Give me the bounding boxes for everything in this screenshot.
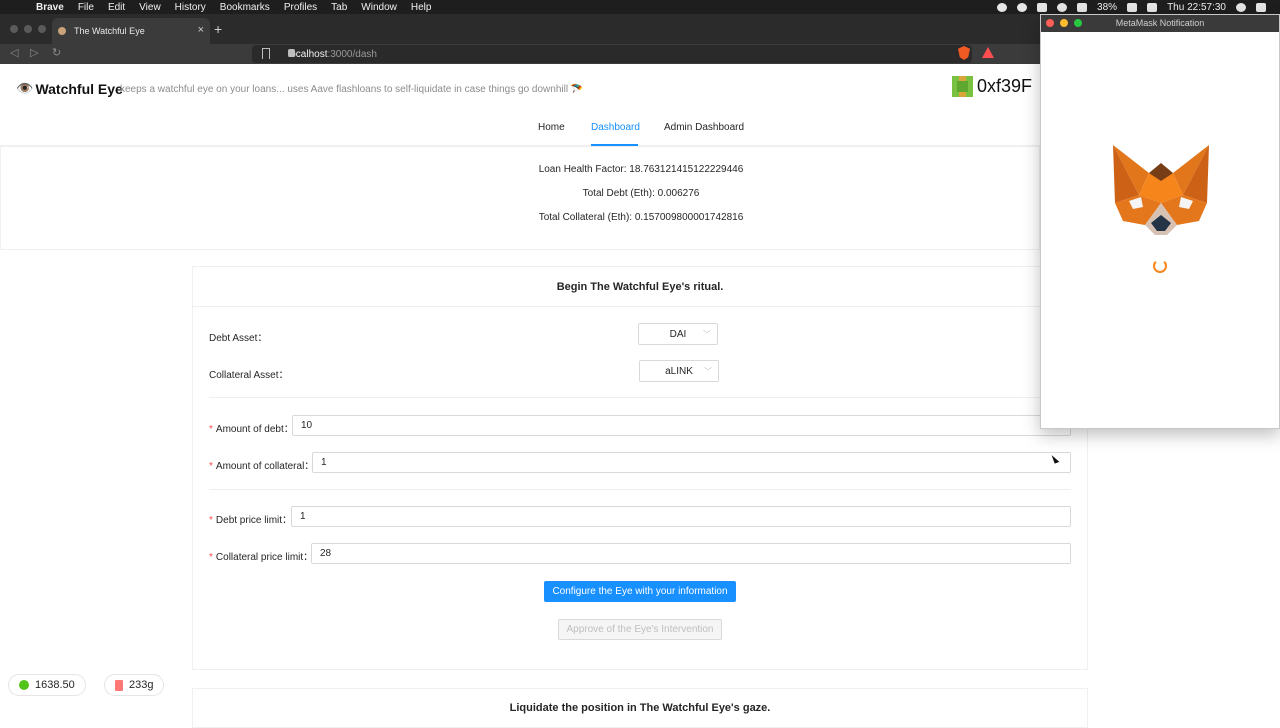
menu-help[interactable]: Help	[411, 2, 432, 13]
brand-name: Watchful Eye	[35, 80, 123, 97]
flag-icon[interactable]	[1147, 2, 1158, 12]
battery-icon[interactable]	[1127, 2, 1138, 12]
gas-value: 233g	[129, 679, 154, 691]
menubar-status: 38% Thu 22:57:30	[997, 0, 1266, 14]
debt-asset-value: DAI	[669, 328, 687, 340]
debt-asset-label: Debt Asset：	[209, 333, 268, 344]
window-close-dot[interactable]	[10, 25, 18, 33]
wallet-avatar[interactable]	[952, 76, 973, 97]
record-icon[interactable]	[997, 2, 1008, 12]
loan-stats-card: Loan Health Factor: 18.76312141512222944…	[0, 146, 1040, 250]
loading-spinner	[1153, 259, 1167, 273]
approve-intervention-button[interactable]: Approve of the Eye's Intervention	[558, 619, 722, 640]
spotlight-search-icon[interactable]	[1236, 2, 1246, 12]
ritual-form-title: Begin The Watchful Eye's ritual.	[193, 267, 1087, 307]
logo[interactable]: 👁️ Watchful Eye	[16, 80, 123, 97]
bookmark-icon[interactable]	[262, 48, 270, 59]
chevron-down-icon: ﹀	[704, 367, 712, 376]
menu-window[interactable]: Window	[361, 2, 397, 13]
menu-view[interactable]: View	[139, 2, 161, 13]
balance-pill[interactable]: 1638.50	[8, 674, 86, 696]
debt-price-limit-label: * Debt price limit：	[209, 515, 293, 526]
browser-tabbar: The Watchful Eye × +	[0, 14, 1040, 44]
reload-icon[interactable]: ↻	[52, 46, 61, 59]
configure-eye-button[interactable]: Configure the Eye with your information	[544, 581, 736, 602]
window-minimize-dot[interactable]	[24, 25, 32, 33]
window-zoom-dot[interactable]	[38, 25, 46, 33]
forward-icon[interactable]: ▷	[30, 46, 38, 59]
browser-toolbar: ◁ ▷ ↻ localhost:3000/dash	[0, 44, 1040, 64]
amount-debt-label: * Amount of debt：	[209, 424, 294, 435]
balance-value: 1638.50	[35, 679, 75, 691]
coin-icon	[19, 680, 29, 690]
chevron-down-icon: ﹀	[703, 330, 711, 339]
menu-brave[interactable]: Brave	[36, 2, 64, 13]
tab-title: The Watchful Eye	[74, 26, 145, 36]
amount-debt-input[interactable]: 10	[292, 415, 1071, 436]
main-nav: Home Dashboard Admin Dashboard	[0, 112, 1040, 146]
menu-history[interactable]: History	[175, 2, 206, 13]
metamask-fox-icon	[1113, 145, 1209, 235]
menu-edit[interactable]: Edit	[108, 2, 125, 13]
divider	[209, 489, 1071, 490]
site-info-icon[interactable]	[288, 49, 295, 57]
mm-minimize-dot[interactable]	[1060, 19, 1068, 27]
collateral-price-limit-label: * Collateral price limit：	[209, 552, 314, 563]
favicon-icon	[58, 27, 66, 35]
menu-extra-icon[interactable]	[1017, 2, 1028, 12]
page-content: 👁️ Watchful Eye keeps a watchful eye on …	[0, 64, 1088, 728]
nav-admin-dashboard[interactable]: Admin Dashboard	[664, 122, 744, 133]
macos-menubar: Brave File Edit View History Bookmarks P…	[0, 0, 1280, 14]
menu-bookmarks[interactable]: Bookmarks	[220, 2, 270, 13]
volume-icon[interactable]	[1077, 2, 1088, 12]
liquidate-card-title: Liquidate the position in The Watchful E…	[192, 688, 1088, 728]
menu-file[interactable]: File	[78, 2, 94, 13]
mm-close-dot[interactable]	[1046, 19, 1054, 27]
wallet-address[interactable]: 0xf39F	[977, 76, 1032, 97]
collateral-asset-label: Collateral Asset：	[209, 370, 289, 381]
metamask-title: MetaMask Notification	[1115, 18, 1205, 28]
airplay-icon[interactable]	[1037, 2, 1048, 12]
browser-tab[interactable]: The Watchful Eye ×	[52, 18, 210, 44]
nav-home[interactable]: Home	[538, 122, 565, 133]
menu-tab[interactable]: Tab	[331, 2, 347, 13]
url-path: :3000/dash	[327, 48, 377, 60]
control-center-icon[interactable]	[1256, 2, 1266, 12]
brave-rewards-icon[interactable]	[982, 47, 994, 58]
menu-profiles[interactable]: Profiles	[284, 2, 317, 13]
debt-asset-select[interactable]: DAI ﹀	[638, 323, 718, 345]
tab-close-icon[interactable]: ×	[198, 24, 204, 36]
gas-pump-icon	[115, 679, 123, 691]
new-tab-icon[interactable]: +	[214, 21, 222, 37]
address-bar[interactable]: localhost:3000/dash	[252, 45, 972, 63]
tagline: keeps a watchful eye on your loans... us…	[120, 84, 584, 95]
amount-collateral-input[interactable]: 1	[312, 452, 1071, 473]
gas-pill[interactable]: 233g	[104, 674, 165, 696]
ritual-form-card: Begin The Watchful Eye's ritual. Debt As…	[192, 266, 1088, 670]
clock[interactable]: Thu 22:57:30	[1167, 2, 1226, 13]
metamask-window: MetaMask Notification	[1040, 14, 1280, 429]
battery-percent: 38%	[1097, 1, 1118, 13]
collateral-asset-value: aLINK	[665, 365, 693, 377]
collateral-asset-select[interactable]: aLINK ﹀	[639, 360, 719, 382]
amount-collateral-label: * Amount of collateral：	[209, 461, 315, 472]
wifi-icon[interactable]	[1057, 2, 1068, 12]
metamask-titlebar: MetaMask Notification	[1041, 15, 1279, 32]
divider	[209, 397, 1071, 398]
eye-icon: 👁️	[16, 80, 34, 96]
collateral-price-limit-input[interactable]: 28	[311, 543, 1071, 564]
back-icon[interactable]: ◁	[10, 46, 18, 59]
nav-dashboard[interactable]: Dashboard	[591, 122, 640, 133]
mm-zoom-dot[interactable]	[1074, 19, 1082, 27]
debt-price-limit-input[interactable]: 1	[291, 506, 1071, 527]
